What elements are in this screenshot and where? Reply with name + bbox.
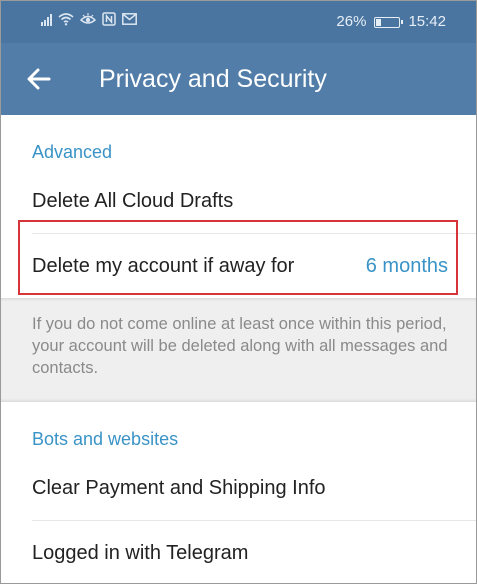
delete-account-value: 6 months — [365, 255, 448, 277]
clear-payment-row[interactable]: Clear Payment and Shipping Info — [1, 456, 476, 520]
status-bar: 26% 15:42 — [1, 1, 476, 43]
status-icons-left — [41, 12, 137, 26]
status-icons-right: 26% 15:42 — [336, 12, 446, 32]
page-title: Privacy and Security — [99, 65, 327, 93]
section-header-advanced: Advanced — [32, 142, 113, 162]
delete-cloud-drafts-row[interactable]: Delete All Cloud Drafts — [1, 169, 476, 233]
section-header-bots: Bots and websites — [32, 429, 179, 449]
app-bar: Privacy and Security — [1, 43, 476, 115]
info-block: If you do not come online at least once … — [1, 298, 476, 402]
wifi-icon — [58, 13, 74, 26]
nfc-icon — [102, 12, 116, 26]
eye-icon — [80, 13, 96, 24]
delete-account-row[interactable]: Delete my account if away for 6 months — [1, 234, 476, 298]
battery-percent: 26% — [336, 13, 367, 30]
battery-icon — [374, 16, 404, 28]
logged-in-telegram-label: Logged in with Telegram — [32, 542, 249, 564]
mail-icon — [122, 13, 137, 25]
battery-fill — [376, 18, 382, 26]
clear-payment-label: Clear Payment and Shipping Info — [32, 477, 326, 499]
delete-cloud-drafts-label: Delete All Cloud Drafts — [32, 190, 234, 212]
delete-account-label: Delete my account if away for — [32, 255, 295, 277]
screen-frame: 26% 15:42 Privacy and Security Advanced … — [0, 0, 477, 584]
logged-in-telegram-row[interactable]: Logged in with Telegram — [1, 521, 476, 583]
signal-icon — [41, 12, 52, 26]
clock: 15:42 — [408, 13, 446, 30]
arrow-left-icon[interactable] — [23, 63, 55, 95]
delete-account-info-text: If you do not come online at least once … — [32, 315, 448, 377]
